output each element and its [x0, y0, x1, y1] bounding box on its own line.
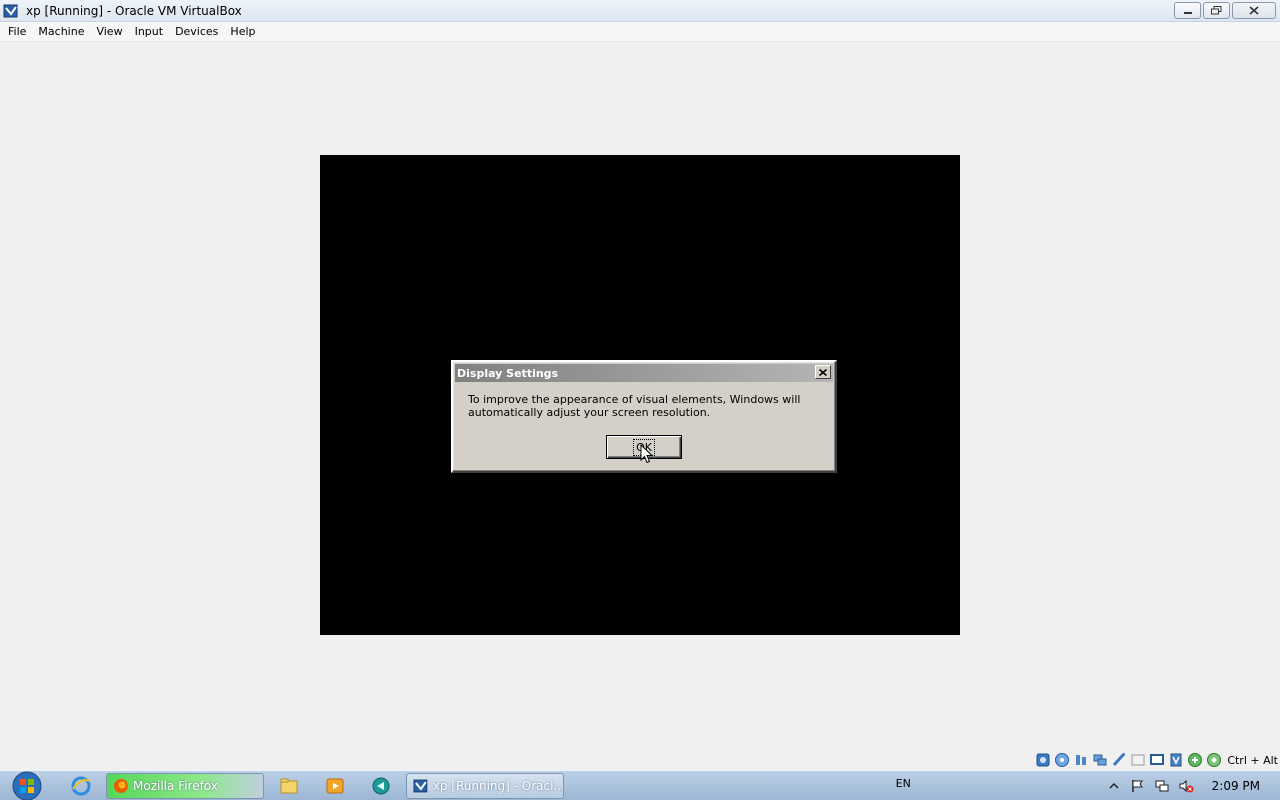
minimize-button[interactable] — [1174, 2, 1201, 19]
dialog-close-button[interactable] — [815, 365, 831, 379]
system-tray: EN 2:09 PM — [896, 771, 1280, 800]
menu-file[interactable]: File — [2, 22, 32, 42]
app-shortcut-icon[interactable] — [370, 775, 392, 797]
volume-muted-icon[interactable] — [1178, 778, 1194, 794]
dialog-title-bar[interactable]: Display Settings — [455, 364, 833, 382]
restore-button[interactable] — [1203, 2, 1230, 19]
audio-icon[interactable] — [1073, 752, 1089, 768]
mouse-cursor-icon — [640, 444, 654, 464]
host-key-label[interactable]: Ctrl + Alt — [1227, 754, 1278, 767]
window-title: xp [Running] - Oracle VM VirtualBox — [26, 3, 242, 18]
restore-icon — [1211, 6, 1222, 15]
virtualbox-window: xp [Running] - Oracle VM VirtualBox File… — [0, 0, 1280, 800]
video-capture-icon[interactable] — [1168, 752, 1184, 768]
menu-bar: File Machine View Input Devices Help — [0, 22, 1280, 42]
virtualbox-icon — [413, 779, 428, 793]
menu-devices[interactable]: Devices — [169, 22, 224, 42]
vm-status-bar: Ctrl + Alt — [1035, 751, 1278, 769]
shared-folders-icon[interactable] — [1130, 752, 1146, 768]
vm-display[interactable]: Display Settings To improve the appearan… — [320, 155, 960, 635]
taskbar: Mozilla Firefox xp [Running] - Oracl... … — [0, 770, 1280, 800]
taskbar-firefox-label: Mozilla Firefox — [133, 779, 218, 793]
network-tray-icon[interactable] — [1154, 778, 1170, 794]
taskbar-virtualbox[interactable]: xp [Running] - Oracl... — [406, 773, 564, 799]
minimize-icon — [1183, 11, 1192, 14]
internet-explorer-icon[interactable] — [70, 775, 92, 797]
virtualbox-icon — [3, 4, 18, 17]
close-icon — [1249, 6, 1259, 15]
display-settings-dialog: Display Settings To improve the appearan… — [451, 360, 837, 473]
windows-logo-icon — [12, 771, 42, 800]
menu-machine[interactable]: Machine — [32, 22, 90, 42]
display-icon[interactable] — [1149, 752, 1165, 768]
clock[interactable]: 2:09 PM — [1212, 779, 1260, 793]
menu-help[interactable]: Help — [224, 22, 261, 42]
close-icon — [819, 368, 827, 376]
optical-drive-icon[interactable] — [1054, 752, 1070, 768]
virtualization-icon[interactable] — [1187, 752, 1203, 768]
action-center-flag-icon[interactable] — [1130, 778, 1146, 794]
dialog-title: Display Settings — [457, 366, 559, 380]
show-hidden-icons-icon[interactable] — [1106, 778, 1122, 794]
usb-icon[interactable] — [1111, 752, 1127, 768]
start-button[interactable] — [9, 770, 45, 800]
media-player-icon[interactable] — [324, 775, 346, 797]
firefox-icon — [114, 779, 128, 793]
menu-view[interactable]: View — [90, 22, 128, 42]
dialog-message: To improve the appearance of visual elem… — [468, 393, 801, 419]
menu-input[interactable]: Input — [129, 22, 169, 42]
file-explorer-icon[interactable] — [278, 775, 300, 797]
taskbar-firefox[interactable]: Mozilla Firefox — [106, 773, 264, 799]
close-button[interactable] — [1232, 2, 1276, 19]
network-icon[interactable] — [1092, 752, 1108, 768]
mouse-integration-icon[interactable] — [1206, 752, 1222, 768]
taskbar-virtualbox-label: xp [Running] - Oracl... — [432, 779, 563, 793]
title-bar[interactable]: xp [Running] - Oracle VM VirtualBox — [0, 0, 1280, 22]
hard-disk-icon[interactable] — [1035, 752, 1051, 768]
window-controls — [1174, 2, 1276, 19]
language-indicator[interactable]: EN — [896, 777, 911, 790]
